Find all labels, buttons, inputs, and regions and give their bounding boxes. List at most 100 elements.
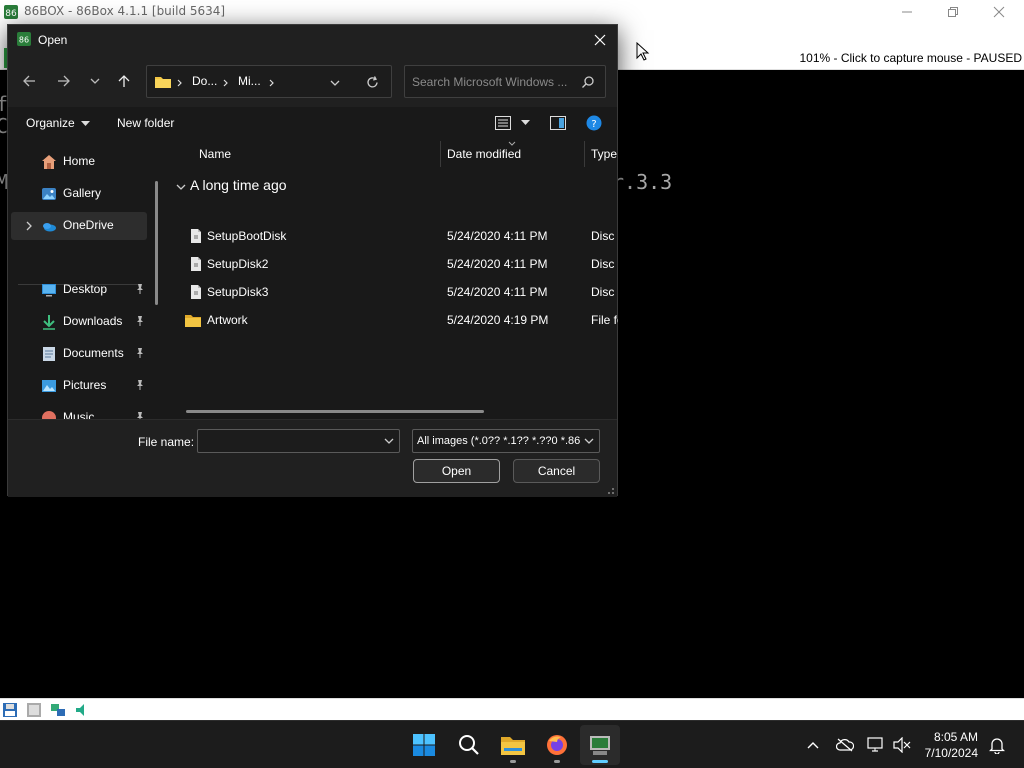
firefox-icon: [547, 735, 567, 755]
nav-label: Downloads: [63, 314, 123, 328]
pin-icon[interactable]: [134, 347, 146, 359]
pin-icon[interactable]: [134, 411, 146, 419]
file-row[interactable]: SetupDisk3 5/24/2020 4:11 PM Disc I: [178, 278, 618, 306]
new-folder-button[interactable]: New folder: [117, 116, 174, 130]
nav-item-onedrive[interactable]: OneDrive: [11, 212, 147, 240]
pin-icon[interactable]: [134, 379, 146, 391]
horizontal-scrollbar[interactable]: [186, 410, 484, 413]
view-options-button[interactable]: [495, 116, 531, 132]
pin-icon[interactable]: [134, 283, 146, 295]
gallery-icon: [42, 188, 56, 200]
chevron-right-icon[interactable]: [25, 221, 33, 231]
downloads-icon: [43, 315, 55, 330]
chevron-down-icon[interactable]: [383, 435, 395, 447]
organize-button[interactable]: Organize: [26, 116, 91, 130]
nav-label: Pictures: [63, 378, 107, 392]
file-icon: [191, 285, 201, 299]
host-statusbar: [0, 698, 1024, 720]
floppy-icon[interactable]: [2, 702, 18, 718]
search-box[interactable]: [404, 65, 606, 98]
chevron-down-icon[interactable]: [175, 181, 187, 193]
arrow-right-icon: [58, 75, 70, 87]
file-type-value: All images (*.0?? *.1?? *.??0 *.86: [417, 435, 581, 447]
tray-volume[interactable]: [892, 735, 912, 755]
folder-icon: [185, 315, 201, 327]
refresh-icon[interactable]: [365, 75, 380, 90]
address-bar[interactable]: Do... Mi...: [146, 65, 392, 98]
mouse-cursor-icon: [636, 42, 650, 61]
file-name-combobox[interactable]: [197, 429, 400, 453]
network-icon[interactable]: [50, 702, 66, 718]
minimize-icon: [902, 11, 912, 13]
file-row[interactable]: SetupDisk2 5/24/2020 4:11 PM Disc I: [178, 250, 618, 278]
file-name: Artwork: [207, 313, 248, 327]
nav-label: Documents: [63, 346, 124, 360]
dialog-close-button[interactable]: [587, 27, 613, 53]
back-button[interactable]: [15, 67, 43, 95]
nav-item-music[interactable]: Music: [11, 404, 147, 419]
clock-date: 7/10/2024: [924, 746, 978, 760]
up-button[interactable]: [110, 67, 138, 95]
nav-item-home[interactable]: Home: [11, 148, 147, 176]
chevron-down-icon[interactable]: [329, 77, 341, 89]
nav-label: OneDrive: [63, 218, 114, 232]
column-header-date[interactable]: Date modified: [447, 147, 521, 161]
nav-scrollbar[interactable]: [155, 181, 158, 305]
file-icon: [191, 257, 201, 271]
column-separator[interactable]: [584, 141, 585, 167]
cancel-button[interactable]: Cancel: [513, 459, 600, 483]
dialog-titlebar: 86 Open: [8, 25, 617, 55]
minimize-button[interactable]: [884, 0, 930, 24]
network-monitor-icon: [867, 737, 883, 752]
restore-button[interactable]: [930, 0, 976, 24]
host-title: 86BOX - 86Box 4.1.1 [build 5634]: [24, 4, 226, 18]
taskbar-search-button[interactable]: [449, 725, 489, 765]
file-type-select[interactable]: All images (*.0?? *.1?? *.??0 *.86: [412, 429, 600, 453]
column-header-type[interactable]: Type: [591, 147, 617, 161]
clock-time: 8:05 AM: [933, 730, 978, 744]
column-separator[interactable]: [440, 141, 441, 167]
host-close-button[interactable]: [976, 0, 1022, 24]
svg-text:?: ?: [591, 119, 596, 130]
taskbar-file-explorer[interactable]: [493, 725, 533, 765]
close-icon: [594, 34, 606, 46]
preview-pane-icon[interactable]: [550, 116, 566, 130]
file-row[interactable]: Artwork 5/24/2020 4:19 PM File fo: [178, 306, 618, 334]
nav-label: Desktop: [63, 282, 108, 296]
navigation-pane: Home Gallery OneDrive Desktop Downloads …: [8, 141, 160, 419]
file-explorer-icon: [501, 737, 525, 755]
file-name-input[interactable]: [202, 433, 374, 449]
chevron-up-icon: [807, 742, 819, 749]
address-segment-2[interactable]: Mi...: [238, 74, 261, 88]
address-segment-1[interactable]: Do...: [192, 74, 217, 88]
search-input[interactable]: [412, 73, 572, 91]
column-header-name[interactable]: Name: [199, 147, 231, 161]
tray-onedrive[interactable]: [835, 735, 855, 755]
nav-item-pictures[interactable]: Pictures: [11, 372, 147, 400]
host-titlebar: 86 86BOX - 86Box 4.1.1 [build 5634]: [0, 0, 1024, 24]
resize-grip-icon[interactable]: [605, 485, 615, 495]
open-button[interactable]: Open: [413, 459, 500, 483]
nav-item-documents[interactable]: Documents: [11, 340, 147, 368]
nav-item-desktop[interactable]: Desktop: [11, 276, 147, 304]
notifications-button[interactable]: [987, 735, 1007, 755]
recent-locations-button[interactable]: [81, 67, 109, 95]
taskbar-clock[interactable]: 8:05 AM 7/10/2024: [925, 729, 978, 761]
nav-item-downloads[interactable]: Downloads: [11, 308, 147, 336]
navigation-bar: Do... Mi...: [8, 55, 617, 107]
sound-icon[interactable]: [74, 702, 90, 718]
forward-button[interactable]: [50, 67, 78, 95]
pin-icon[interactable]: [134, 315, 146, 327]
show-hidden-icons-button[interactable]: [803, 735, 823, 755]
group-header[interactable]: A long time ago: [190, 177, 287, 193]
nav-item-gallery[interactable]: Gallery: [11, 180, 147, 208]
file-row[interactable]: SetupBootDisk 5/24/2020 4:11 PM Disc I: [178, 222, 618, 250]
file-list: Name Date modified Type A long time ago …: [168, 141, 618, 419]
file-icon: [191, 229, 201, 243]
taskbar-86box[interactable]: [580, 725, 620, 765]
tray-network[interactable]: [866, 735, 886, 755]
taskbar-firefox[interactable]: [537, 725, 577, 765]
disk-icon[interactable]: [26, 702, 42, 718]
start-button[interactable]: [404, 725, 444, 765]
help-icon[interactable]: ?: [586, 115, 602, 131]
